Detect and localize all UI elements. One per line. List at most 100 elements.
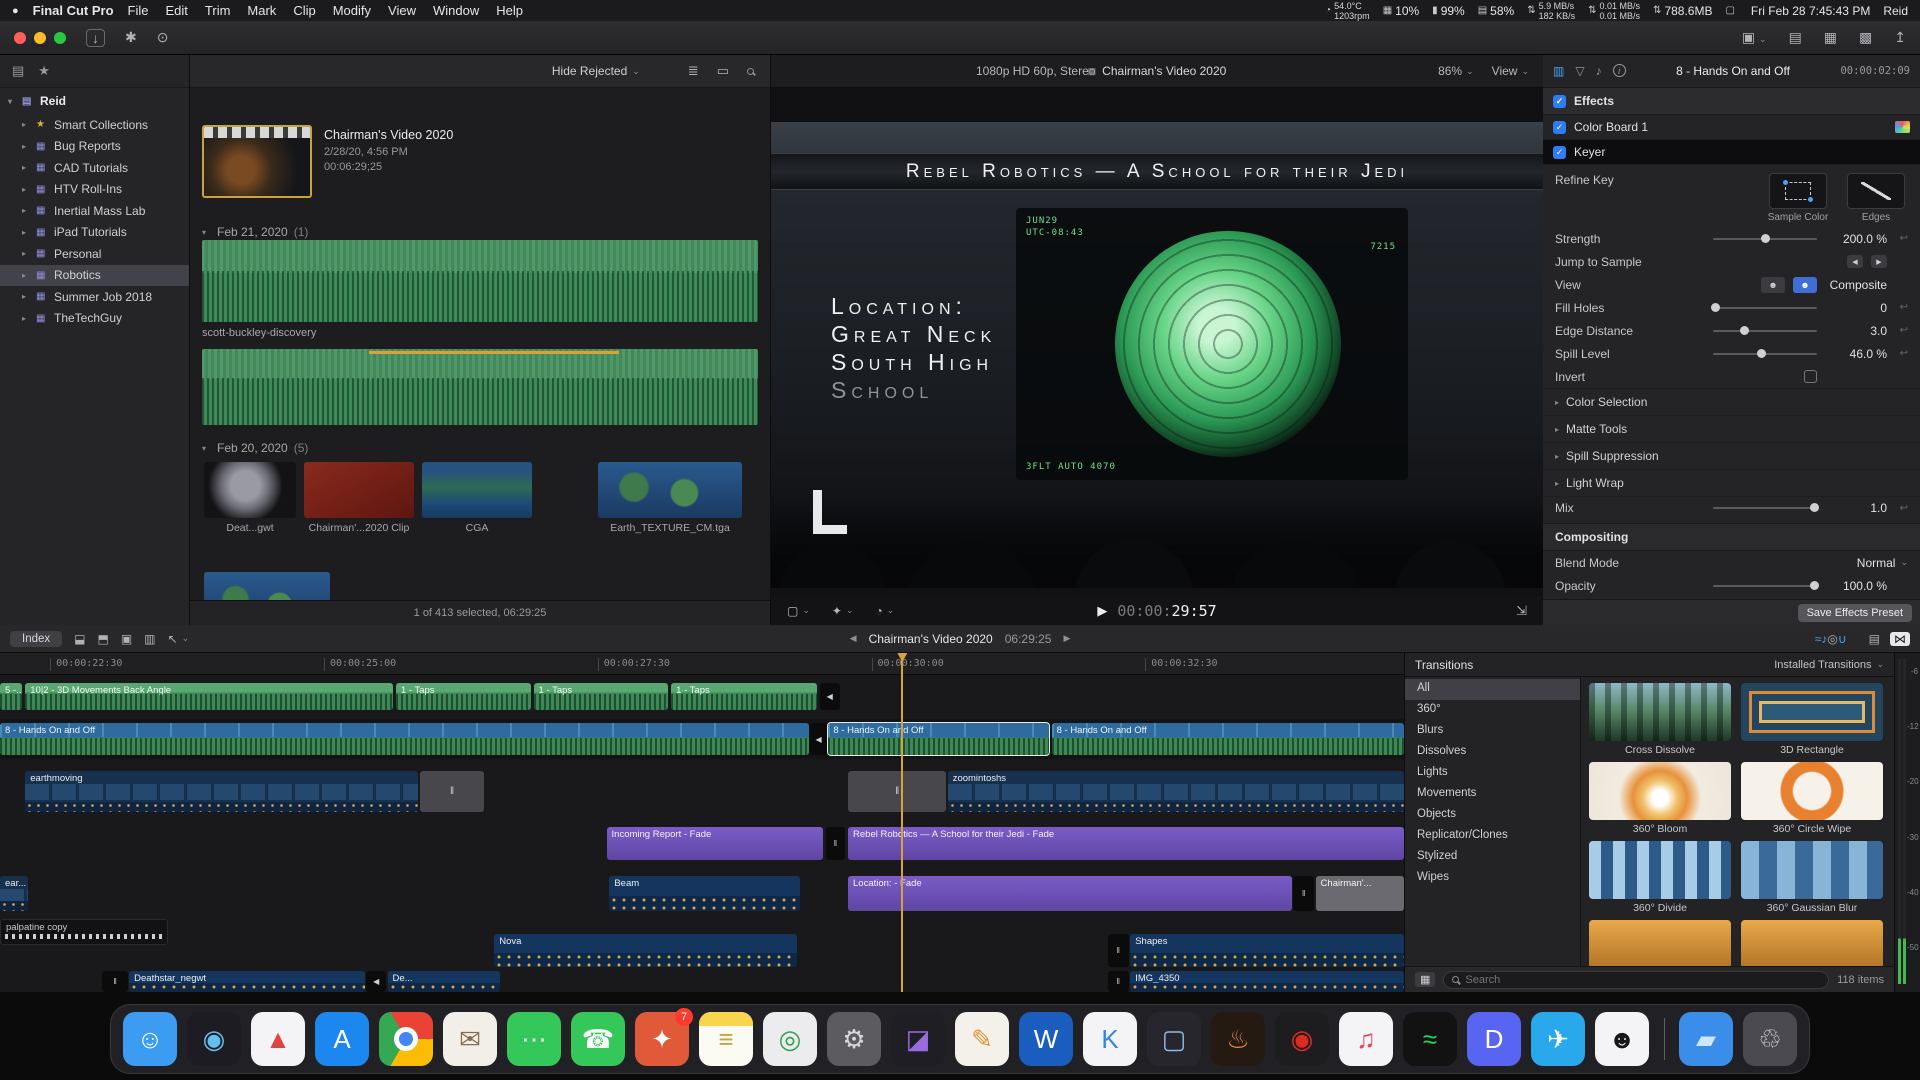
transition-item[interactable] — [1741, 920, 1883, 966]
timeline-project-title[interactable]: Chairman's Video 2020 — [869, 632, 993, 646]
workspace-browser-toggle[interactable]: ▤ — [1789, 29, 1802, 46]
app-menu-title[interactable]: Final Cut Pro — [33, 3, 114, 18]
browser-group-header-2[interactable]: ▾ Feb 20, 2020 (5) — [202, 441, 308, 455]
menu-item[interactable]: Window — [433, 3, 479, 18]
timeline-clip[interactable]: ◀ — [810, 723, 827, 755]
spill-level-slider[interactable] — [1713, 353, 1817, 355]
transition-item[interactable]: 360° Bloom — [1589, 762, 1731, 835]
transition-category[interactable]: Stylized — [1405, 847, 1580, 868]
timeline-clip[interactable]: Beam — [609, 876, 800, 911]
timeline-clip[interactable]: ‖ — [826, 827, 846, 860]
jump-forward-button[interactable]: ▶ — [1871, 255, 1887, 268]
workspace-inspector-toggle[interactable]: ▩ — [1859, 29, 1872, 46]
status-item[interactable]: Fri Feb 28 7:45:43 PM — [1751, 4, 1870, 18]
opacity-slider[interactable] — [1713, 585, 1817, 587]
timeline-clip[interactable]: ◀ — [820, 683, 840, 710]
timeline-clip[interactable]: 10|2 - 3D Movements Back Angle — [25, 683, 393, 710]
mix-slider[interactable] — [1713, 507, 1817, 509]
disclosure-closed-icon[interactable]: ▸ — [1555, 425, 1559, 434]
reset-icon[interactable]: ↩ — [1895, 503, 1908, 514]
timeline-clip[interactable]: ‖ — [1108, 971, 1129, 992]
menu-item[interactable]: Modify — [333, 3, 371, 18]
reset-icon[interactable]: ↩ — [1895, 348, 1908, 359]
dock-icon-word[interactable]: W — [1019, 1012, 1073, 1066]
disclosure-closed-icon[interactable]: ▸ — [1555, 479, 1559, 488]
dock-icon-dvd-player[interactable]: ◎ — [763, 1012, 817, 1066]
clip-thumbnail[interactable]: CGA — [422, 462, 532, 534]
dock-icon-rocket[interactable]: ▲ — [251, 1012, 305, 1066]
dock-icon-siri[interactable]: ◉ — [187, 1012, 241, 1066]
transition-item[interactable]: 360° Circle Wipe — [1741, 762, 1883, 835]
sidebar-item-smart-collections[interactable]: ▸ ★ Smart Collections — [0, 114, 189, 136]
sidebar-item-htv-roll-ins[interactable]: ▸ ▦ HTV Roll-Ins — [0, 179, 189, 201]
blend-mode-popup[interactable]: Normal⌄ — [1857, 556, 1908, 570]
timeline-clip[interactable]: Nova — [494, 934, 797, 967]
panel-toggle-icon[interactable]: ▤ — [1869, 632, 1880, 646]
dock-icon-keynote[interactable]: K — [1083, 1012, 1137, 1066]
sidebar-item-cad-tutorials[interactable]: ▸ ▦ CAD Tutorials — [0, 157, 189, 179]
timeline-clip[interactable]: Chairman'... — [1316, 876, 1404, 911]
sidebar-item-personal[interactable]: ▸ ▦ Personal — [0, 243, 189, 265]
timeline-clip[interactable]: De... — [388, 971, 500, 992]
dock-icon-notes[interactable]: ≡ — [699, 1012, 753, 1066]
menu-item[interactable]: Edit — [166, 3, 188, 18]
audio-clip-waveform[interactable] — [202, 240, 758, 322]
edit-tool-icon[interactable]: ⬒ — [97, 632, 108, 646]
edit-tool-icon[interactable]: ▥ — [144, 632, 155, 646]
audio-clip-waveform-2[interactable] — [202, 349, 758, 425]
index-button[interactable]: Index — [10, 631, 62, 647]
transition-category[interactable]: Objects — [1405, 805, 1580, 826]
disclosure-open-icon[interactable]: ▾ — [8, 97, 17, 106]
sidebar-item-summer-job-2018[interactable]: ▸ ▦ Summer Job 2018 — [0, 286, 189, 308]
timeline-clip[interactable]: ‖ — [420, 771, 485, 812]
keyer-subsection-row[interactable]: ▸ Spill Suppression — [1543, 442, 1920, 469]
sidebar-item-inertial-mass-lab[interactable]: ▸ ▦ Inertial Mass Lab — [0, 200, 189, 222]
dock-icon-github[interactable]: ☻ — [1595, 1012, 1649, 1066]
keyer-subsection-row[interactable]: ▸ Color Selection — [1543, 388, 1920, 415]
menu-item[interactable]: Mark — [247, 3, 276, 18]
dock-icon-discord[interactable]: D — [1467, 1012, 1521, 1066]
fullscreen-green-button[interactable] — [54, 32, 66, 44]
menu-item[interactable]: Help — [496, 3, 523, 18]
transition-category[interactable]: Movements — [1405, 784, 1580, 805]
show-libraries-icon[interactable]: ▤ — [12, 63, 24, 79]
sidebar-item-bug-reports[interactable]: ▸ ▦ Bug Reports — [0, 136, 189, 158]
transition-category[interactable]: Wipes — [1405, 868, 1580, 889]
timeline-clip[interactable]: earthmoving — [25, 771, 418, 812]
slider-knob[interactable] — [1761, 234, 1770, 243]
sidebar-item-thetechguy[interactable]: ▸ ▦ TheTechGuy — [0, 308, 189, 330]
save-effects-preset-button[interactable]: Save Effects Preset — [1798, 604, 1912, 622]
selected-clip-thumbnail[interactable] — [202, 125, 312, 198]
timeline-clip[interactable]: Location: - Fade — [848, 876, 1292, 911]
close-button[interactable] — [14, 32, 26, 44]
transition-category[interactable]: All — [1405, 679, 1580, 700]
status-item[interactable]: ▤ 58% — [1478, 4, 1514, 18]
menu-item[interactable]: Trim — [205, 3, 231, 18]
invert-checkbox[interactable] — [1804, 370, 1817, 383]
playhead[interactable] — [901, 653, 903, 992]
timeline-clip[interactable]: 8 - Hands On and Off — [1052, 723, 1404, 755]
effects-menu[interactable]: ✦⌄ — [832, 604, 854, 618]
reset-icon[interactable]: ↩ — [1895, 233, 1908, 244]
view-matte-button[interactable]: ☻ — [1761, 277, 1785, 293]
timeline-clip[interactable]: zoomintoshs — [948, 771, 1404, 812]
dock-icon-badged-app[interactable]: ✦ 7 — [635, 1012, 689, 1066]
dock-icon-finder[interactable]: ☺ — [123, 1012, 177, 1066]
timeline-clip[interactable]: 1 - Taps — [671, 683, 817, 710]
transition-category[interactable]: 360° — [1405, 700, 1580, 721]
timeline-clip[interactable]: 8 - Hands On and Off — [828, 723, 1048, 755]
sidebar-item-ipad-tutorials[interactable]: ▸ ▦ iPad Tutorials — [0, 222, 189, 244]
status-item[interactable]: Reid — [1883, 4, 1908, 18]
effects-checkbox[interactable]: ✓ — [1553, 95, 1566, 108]
clip-thumbnail[interactable]: Earth_TEXTURE_CM.tga — [598, 462, 742, 534]
previous-timeline-icon[interactable]: ◀ — [850, 633, 857, 644]
keyer-subsection-row[interactable]: ▸ Light Wrap — [1543, 469, 1920, 496]
dock-icon-system-preferences[interactable]: ⚙ — [827, 1012, 881, 1066]
dock-icon-phone[interactable]: ☎ — [571, 1012, 625, 1066]
show-photos-icon[interactable]: ★ — [38, 63, 50, 79]
menu-item[interactable]: View — [388, 3, 416, 18]
audio-meters[interactable]: -6-12-20-30-40-50 — [1894, 653, 1920, 992]
transition-category[interactable]: Lights — [1405, 763, 1580, 784]
timeline-clip[interactable]: Shapes — [1130, 934, 1404, 967]
transition-category[interactable]: Dissolves — [1405, 742, 1580, 763]
